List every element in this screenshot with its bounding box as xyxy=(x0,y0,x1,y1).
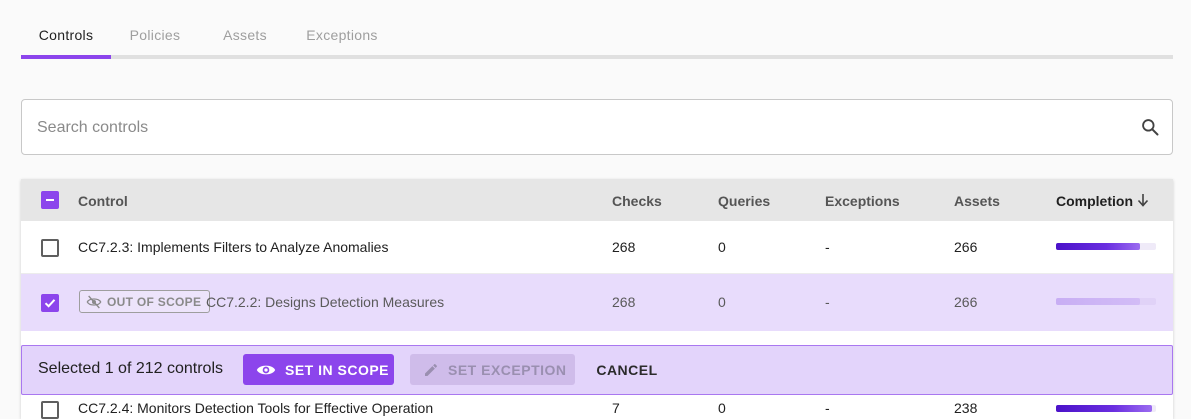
completion-bar-fill xyxy=(1056,298,1140,305)
set-in-scope-label: SET IN SCOPE xyxy=(285,361,390,378)
selection-count: Selected 1 of 212 controls xyxy=(38,360,224,377)
completion-bar-fill xyxy=(1056,243,1140,250)
completion-bar xyxy=(1056,298,1156,305)
cancel-button[interactable]: CANCEL xyxy=(592,354,662,385)
arrow-down-icon[interactable] xyxy=(1136,192,1150,213)
queries-count: 0 xyxy=(718,294,726,310)
table-row[interactable]: CC7.2.3: Implements Filters to Analyze A… xyxy=(21,221,1173,274)
header-control[interactable]: Control xyxy=(78,193,128,209)
header-assets[interactable]: Assets xyxy=(954,193,1000,209)
search-input[interactable] xyxy=(35,100,1129,156)
set-exception-label: SET EXCEPTION xyxy=(448,361,567,378)
assets-count: 266 xyxy=(954,239,978,255)
completion-bar xyxy=(1056,405,1156,412)
table-header: Control Checks Queries Exceptions Assets… xyxy=(21,179,1173,221)
row-checkbox[interactable] xyxy=(41,401,59,419)
checks-count: 268 xyxy=(612,294,636,310)
tab-controls[interactable]: Controls xyxy=(21,14,111,55)
tab-assets[interactable]: Assets xyxy=(211,14,279,55)
exceptions-count: - xyxy=(825,294,830,310)
set-exception-button[interactable]: SET EXCEPTION xyxy=(410,354,575,385)
tab-active-indicator xyxy=(21,55,111,59)
out-of-scope-badge: OUT OF SCOPE xyxy=(79,290,211,313)
eye-icon xyxy=(256,365,276,374)
header-queries[interactable]: Queries xyxy=(718,193,770,209)
header-completion[interactable]: Completion xyxy=(1056,193,1133,209)
assets-count: 266 xyxy=(954,294,978,310)
tab-exceptions[interactable]: Exceptions xyxy=(296,14,388,55)
set-in-scope-button[interactable]: SET IN SCOPE xyxy=(243,354,394,385)
completion-bar xyxy=(1056,243,1156,250)
exceptions-count: - xyxy=(825,239,830,255)
select-all-checkbox[interactable] xyxy=(41,191,59,209)
completion-bar-fill xyxy=(1056,405,1152,412)
search-icon[interactable] xyxy=(1140,117,1160,137)
row-checkbox-checked[interactable] xyxy=(41,294,59,312)
queries-count: 0 xyxy=(718,239,726,255)
header-checks[interactable]: Checks xyxy=(612,193,662,209)
header-exceptions[interactable]: Exceptions xyxy=(825,193,900,209)
tab-policies[interactable]: Policies xyxy=(116,14,194,55)
search-box xyxy=(21,99,1173,156)
tab-bar: Controls Policies Assets Exceptions xyxy=(21,14,1173,59)
checks-count: 268 xyxy=(612,239,636,255)
control-name[interactable]: CC7.2.3: Implements Filters to Analyze A… xyxy=(78,239,388,255)
pencil-icon xyxy=(425,363,437,376)
out-of-scope-label: OUT OF SCOPE xyxy=(107,294,202,309)
row-checkbox[interactable] xyxy=(41,239,59,257)
control-name[interactable]: CC7.2.2: Designs Detection Measures xyxy=(206,294,444,310)
table-row-selected[interactable]: OUT OF SCOPE CC7.2.2: Designs Detection … xyxy=(21,274,1173,331)
bulk-action-bar: Selected 1 of 212 controls SET IN SCOPE … xyxy=(21,345,1173,395)
eye-off-icon xyxy=(86,295,102,308)
tab-track xyxy=(21,55,1173,59)
